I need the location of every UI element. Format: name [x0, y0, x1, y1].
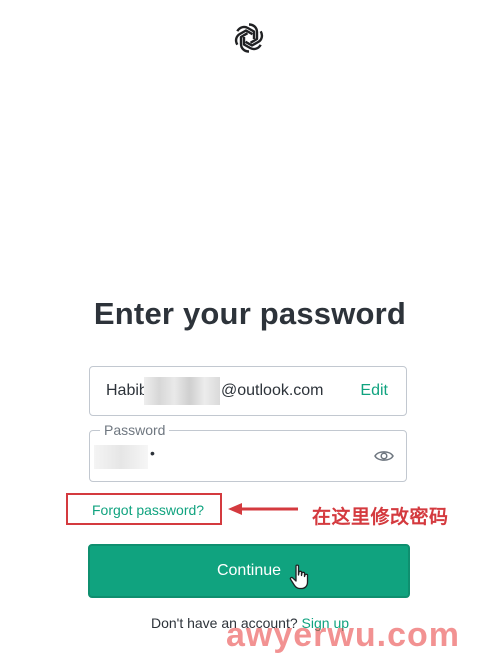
- email-domain: @outlook.com: [221, 382, 324, 399]
- email-prefix: Habib: [106, 382, 148, 399]
- email-display-box: Habib @outlook.com Edit: [89, 366, 407, 416]
- continue-button[interactable]: Continue: [88, 544, 410, 598]
- edit-email-link[interactable]: Edit: [360, 382, 388, 400]
- openai-logo-icon: [234, 23, 264, 53]
- email-redaction: [144, 377, 220, 405]
- password-redaction: [94, 445, 148, 469]
- forgot-password-link[interactable]: Forgot password?: [92, 502, 204, 518]
- watermark-text: awyerwu.com: [226, 616, 460, 654]
- eye-icon[interactable]: [374, 448, 394, 464]
- password-value: •: [150, 445, 157, 461]
- password-label: Password: [100, 422, 170, 438]
- password-field[interactable]: Password •: [89, 422, 407, 482]
- page-title: Enter your password: [93, 296, 407, 331]
- red-arrow-icon: [228, 503, 298, 515]
- annotation-label: 在这里修改密码: [312, 506, 449, 528]
- hand-pointer-icon: [289, 564, 309, 590]
